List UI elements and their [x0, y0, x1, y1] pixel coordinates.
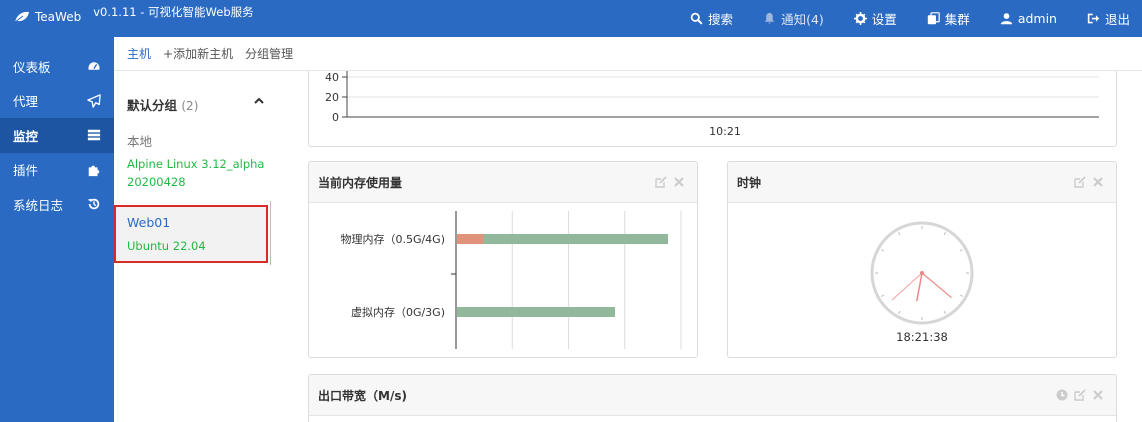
sidebar-item-monitor[interactable]: 监控 — [0, 118, 114, 153]
search-icon — [690, 12, 703, 25]
user-icon — [1000, 13, 1012, 25]
gear-icon — [853, 12, 867, 25]
sidebar-item-label: 代理 — [13, 94, 39, 110]
group-count: (2) — [181, 99, 199, 113]
edit-icon[interactable] — [655, 176, 667, 188]
x-tick-label: 10:21 — [709, 125, 741, 138]
y-tick-label: 40 — [325, 71, 339, 84]
memory-usage-card: 当前内存使用量 物理内存（0.5G/4G) 虚拟内存（0G/3G) — [308, 161, 698, 358]
cluster-button[interactable]: 集群 — [927, 9, 970, 28]
sidebar-item-label: 系统日志 — [13, 197, 64, 213]
card-tools — [1074, 176, 1104, 188]
card-title: 时钟 — [737, 175, 762, 190]
sub-nav: 主机 +添加新主机 分组管理 — [114, 37, 1142, 71]
host-group-panel: 默认分组 (2) 本地 Alpine Linux 3.12_alpha 2020… — [114, 71, 308, 422]
outbound-bandwidth-card: 出口带宽（M/s) — [308, 374, 1117, 422]
sidebar-item-syslog[interactable]: 系统日志 — [0, 187, 114, 222]
user-label: admin — [1017, 11, 1057, 26]
category-label: 虚拟内存（0G/3G) — [351, 305, 445, 319]
notification-label: 通知(4) — [781, 12, 824, 27]
close-icon[interactable] — [1092, 389, 1104, 401]
local-label: 本地 — [127, 134, 153, 149]
settings-label: 设置 — [871, 12, 897, 27]
clock-center — [920, 271, 924, 275]
brand-version: v0.1.11 - 可视化智能Web服务 — [93, 5, 254, 19]
sidebar-item-plugins[interactable]: 插件 — [0, 153, 114, 188]
cluster-label: 集群 — [944, 12, 970, 27]
card-tools — [1056, 389, 1104, 401]
edit-icon[interactable] — [1074, 176, 1086, 188]
card-title: 当前内存使用量 — [318, 175, 403, 190]
chevron-up-icon[interactable] — [254, 96, 264, 106]
logout-icon — [1087, 13, 1100, 24]
cluster-icon — [927, 12, 940, 25]
bar-total — [457, 307, 615, 317]
edit-icon[interactable] — [1074, 389, 1086, 401]
subnav-hosts[interactable]: 主机 — [127, 45, 151, 62]
brand[interactable]: TeaWeb v0.1.11 - 可视化智能Web服务 — [14, 5, 254, 25]
host-os: Alpine Linux 3.12_alpha 20200428 — [127, 157, 265, 189]
logout-label: 退出 — [1104, 12, 1130, 27]
paper-plane-icon — [87, 93, 101, 108]
bell-icon — [764, 12, 775, 24]
divider — [270, 201, 271, 265]
card-header: 当前内存使用量 — [309, 162, 697, 203]
history-icon — [87, 199, 100, 210]
card-title: 出口带宽（M/s) — [318, 388, 407, 403]
host-item-web01[interactable]: Web01 Ubuntu 22.04 — [114, 205, 268, 263]
clock-time: 18:21:38 — [896, 330, 948, 344]
group-title[interactable]: 默认分组 (2) — [127, 95, 198, 114]
card-header: 时钟 — [728, 162, 1116, 203]
top-bar: TeaWeb v0.1.11 - 可视化智能Web服务 搜索 通知(4) 设置 … — [0, 0, 1142, 37]
category-label: 物理内存（0.5G/4G) — [340, 232, 445, 246]
notification-button[interactable]: 通知(4) — [763, 9, 824, 28]
user-menu[interactable]: admin — [1000, 11, 1057, 26]
y-tick-label: 20 — [325, 91, 339, 104]
clock-icon[interactable] — [1056, 389, 1068, 401]
sidebar-item-dashboard[interactable]: 仪表板 — [0, 49, 114, 84]
sidebar: 仪表板 代理 监控 插件 系统日志 — [0, 37, 114, 422]
host-os: Ubuntu 22.04 — [127, 239, 206, 253]
leaf-logo-icon — [14, 11, 29, 23]
clock-card: 时钟 18:21:38 — [727, 161, 1117, 358]
y-tick-label: 0 — [332, 111, 339, 124]
close-icon[interactable] — [1092, 176, 1104, 188]
server-icon — [87, 130, 101, 141]
memory-bar-chart: 物理内存（0.5G/4G) 虚拟内存（0G/3G) — [340, 211, 682, 349]
card-tools — [655, 176, 685, 188]
search-button[interactable]: 搜索 — [690, 9, 733, 28]
top-menu: 搜索 通知(4) 设置 集群 admin 退出 — [660, 0, 1130, 37]
card-header: 出口带宽（M/s) — [309, 375, 1116, 416]
sidebar-item-label: 插件 — [13, 163, 39, 179]
search-label: 搜索 — [708, 12, 734, 27]
puzzle-icon — [88, 165, 100, 176]
sidebar-item-label: 监控 — [13, 128, 39, 144]
logout-button[interactable]: 退出 — [1087, 9, 1130, 28]
group-title-text: 默认分组 — [127, 98, 178, 113]
sidebar-item-label: 仪表板 — [13, 59, 51, 75]
close-icon[interactable] — [673, 176, 685, 188]
bar-total — [457, 234, 668, 244]
brand-name: TeaWeb — [35, 10, 82, 24]
bar-used — [457, 234, 484, 244]
settings-button[interactable]: 设置 — [853, 9, 897, 28]
host-item-local[interactable]: Alpine Linux 3.12_alpha 20200428 — [127, 155, 267, 191]
sidebar-item-proxy[interactable]: 代理 — [0, 84, 114, 119]
dashboard-icon — [87, 61, 101, 72]
host-name: Web01 — [127, 215, 171, 230]
subnav-group-manage[interactable]: 分组管理 — [245, 45, 293, 62]
subnav-add-host[interactable]: +添加新主机 — [163, 45, 233, 62]
